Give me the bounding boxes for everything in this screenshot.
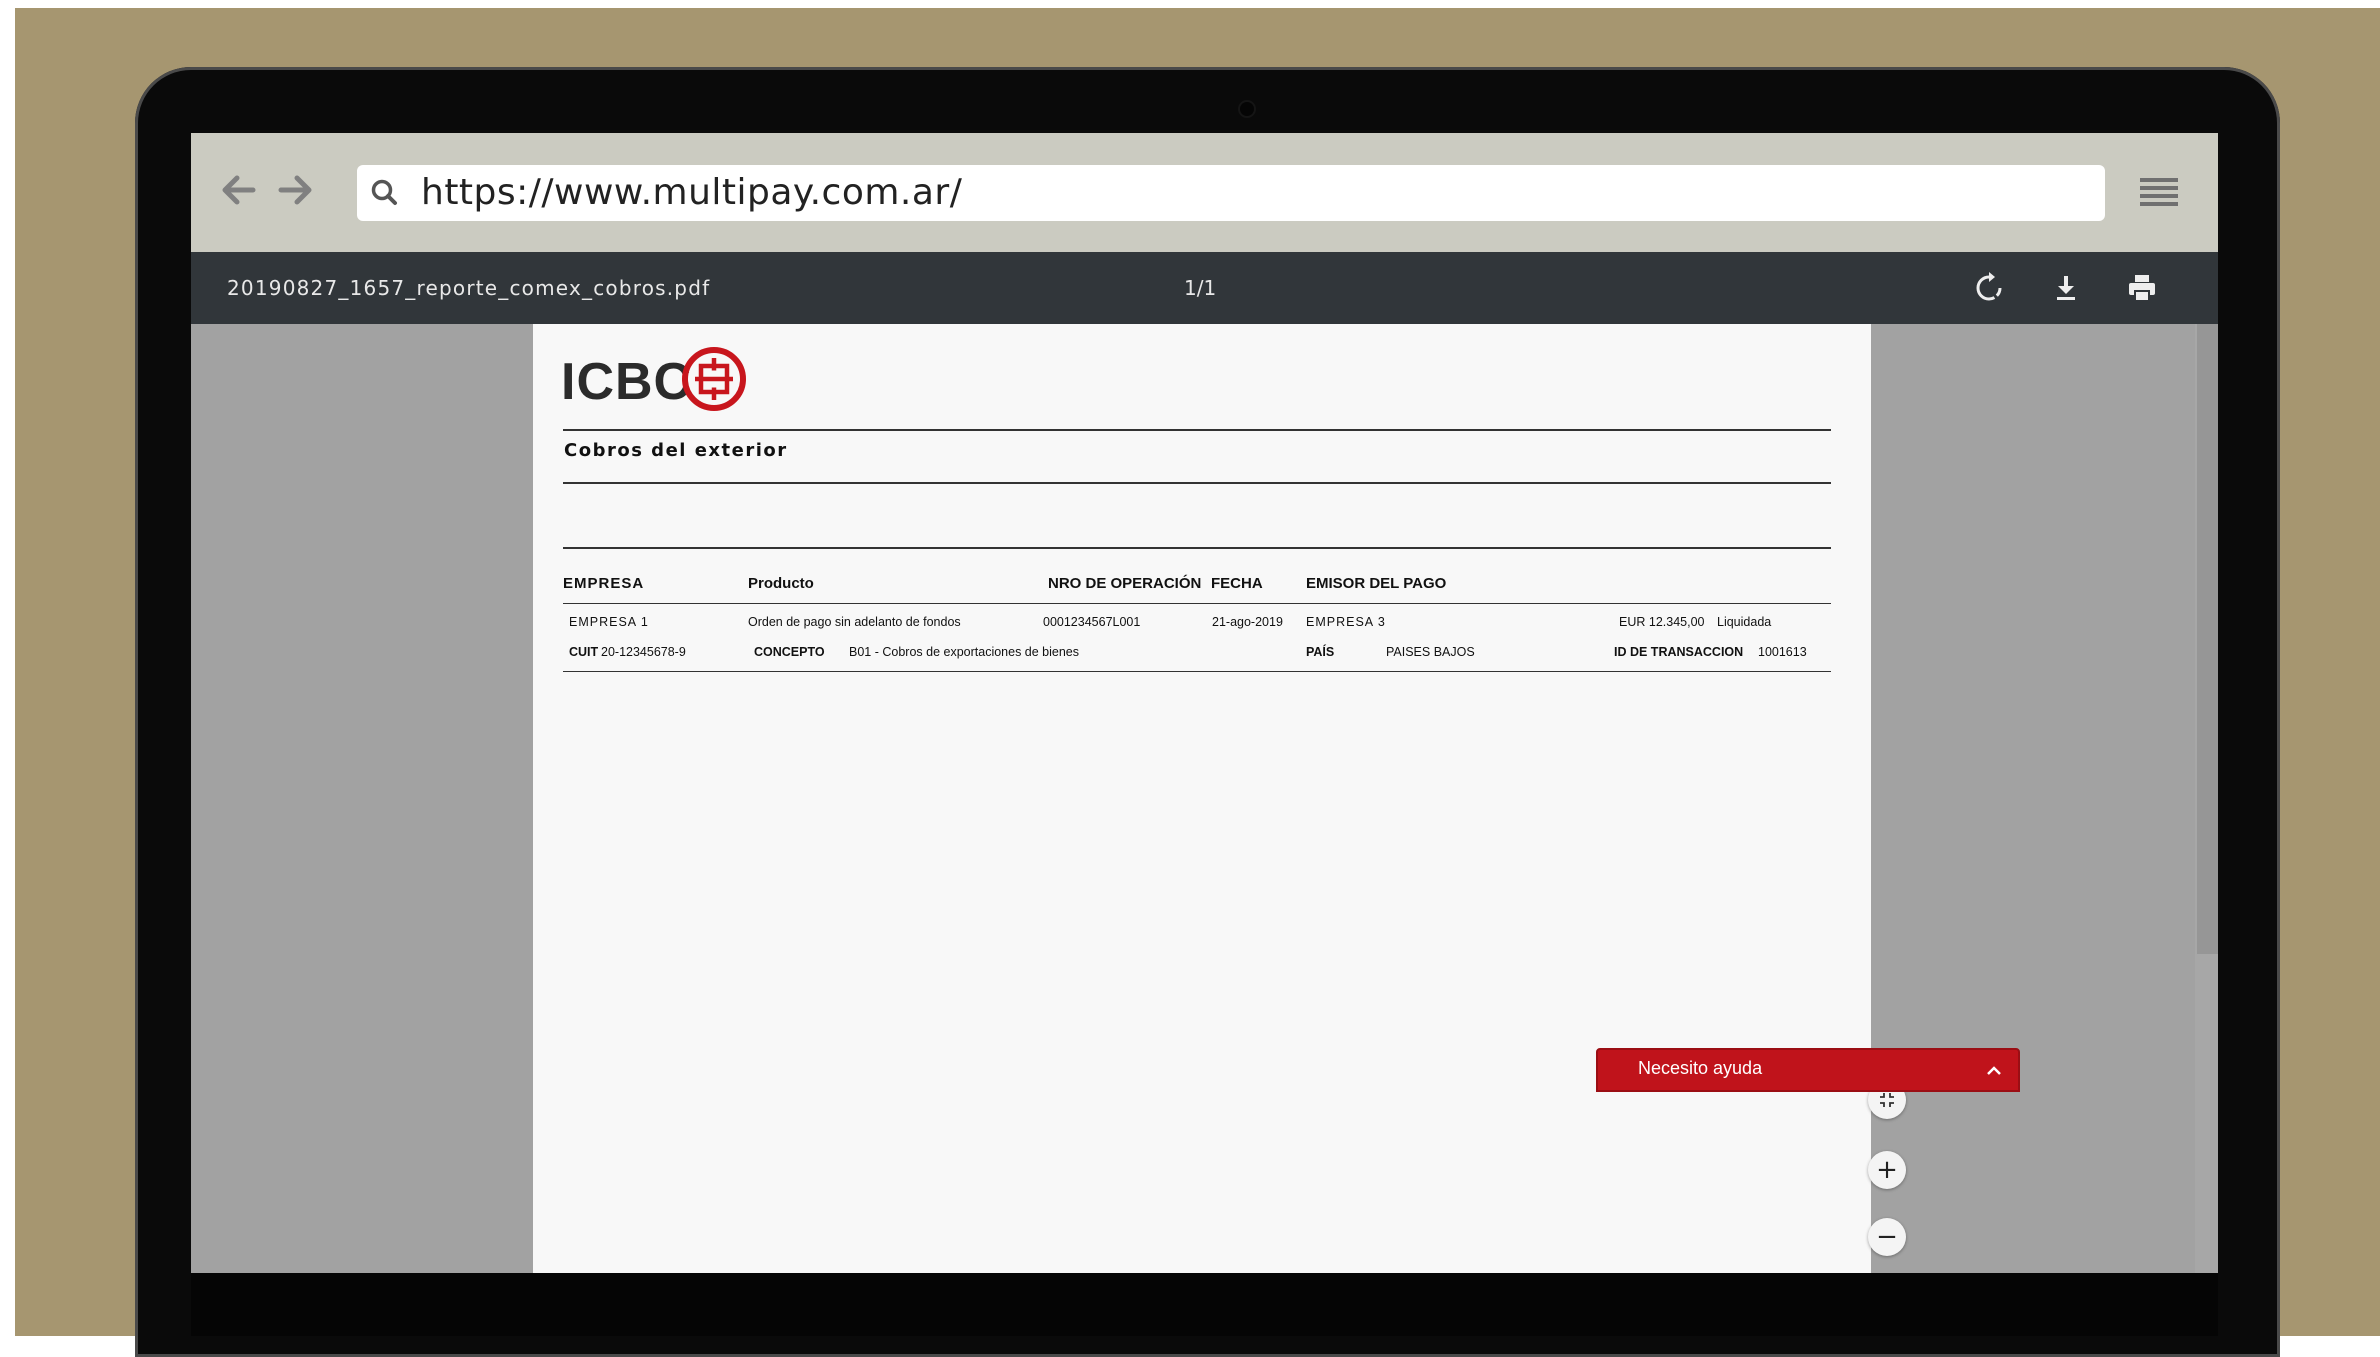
header-producto: Producto bbox=[748, 575, 814, 592]
scrollbar-thumb[interactable] bbox=[2197, 324, 2218, 954]
cell-fecha: 21-ago-2019 bbox=[1212, 615, 1283, 629]
divider bbox=[563, 482, 1831, 484]
address-bar[interactable]: https://www.multipay.com.ar/ bbox=[357, 165, 2105, 221]
browser-toolbar: https://www.multipay.com.ar/ bbox=[191, 133, 2218, 252]
page-indicator: 1/1 bbox=[1184, 276, 1217, 300]
zoom-in-button[interactable]: + bbox=[1868, 1151, 1906, 1189]
hamburger-menu-icon[interactable] bbox=[2138, 174, 2180, 210]
laptop-bezel-bottom bbox=[191, 1273, 2218, 1336]
cell-empresa: EMPRESA 1 bbox=[569, 615, 649, 629]
header-nro-operacion: NRO DE OPERACIÓN bbox=[1048, 575, 1202, 592]
pdf-page: ICBC Cobros del exterior EMPRESA Product… bbox=[533, 324, 1871, 1273]
download-icon[interactable] bbox=[2048, 270, 2084, 306]
divider bbox=[563, 671, 1831, 672]
cell-importe: EUR 12.345,00 bbox=[1619, 615, 1705, 629]
pdf-viewer: ICBC Cobros del exterior EMPRESA Product… bbox=[191, 324, 2218, 1273]
cell-emisor: EMPRESA 3 bbox=[1306, 615, 1386, 629]
print-icon[interactable] bbox=[2124, 270, 2160, 306]
zoom-out-button[interactable]: − bbox=[1868, 1218, 1906, 1256]
help-bar[interactable]: Necesito ayuda bbox=[1596, 1048, 2020, 1092]
pais-value: PAISES BAJOS bbox=[1386, 645, 1475, 659]
help-label: Necesito ayuda bbox=[1638, 1058, 1763, 1078]
pdf-toolbar: 20190827_1657_reporte_comex_cobros.pdf 1… bbox=[191, 252, 2218, 324]
header-empresa: EMPRESA bbox=[563, 575, 645, 592]
webcam bbox=[1240, 102, 1254, 116]
cuit-label: CUIT bbox=[569, 645, 599, 659]
divider bbox=[563, 547, 1831, 549]
cell-producto: Orden de pago sin adelanto de fondos bbox=[748, 615, 961, 629]
id-transaccion-label: ID DE TRANSACCION bbox=[1614, 645, 1744, 659]
id-transaccion-value: 1001613 bbox=[1758, 645, 1807, 659]
header-emisor: EMISOR DEL PAGO bbox=[1306, 575, 1447, 592]
concepto-label: CONCEPTO bbox=[754, 645, 825, 659]
laptop-screen: https://www.multipay.com.ar/ 20190827_16… bbox=[191, 133, 2218, 1273]
chevron-up-icon bbox=[1987, 1066, 2001, 1075]
cell-nro-operacion: 0001234567L001 bbox=[1043, 615, 1141, 629]
pdf-filename: 20190827_1657_reporte_comex_cobros.pdf bbox=[227, 276, 711, 300]
pais-label: PAÍS bbox=[1306, 645, 1335, 659]
cell-estado: Liquidada bbox=[1717, 615, 1772, 629]
rotate-icon[interactable] bbox=[1971, 270, 2007, 306]
url-text[interactable]: https://www.multipay.com.ar/ bbox=[421, 171, 962, 215]
search-icon bbox=[371, 179, 397, 205]
cuit-value: 20-12345678-9 bbox=[601, 645, 686, 659]
forward-arrow-icon[interactable] bbox=[273, 168, 317, 212]
divider bbox=[563, 429, 1831, 431]
logo-text: ICBC bbox=[561, 353, 693, 411]
document-title: Cobros del exterior bbox=[564, 440, 788, 461]
concepto-value: B01 - Cobros de exportaciones de bienes bbox=[849, 645, 1080, 659]
header-fecha: FECHA bbox=[1211, 575, 1263, 592]
divider bbox=[563, 603, 1831, 604]
back-arrow-icon[interactable] bbox=[217, 168, 261, 212]
icbc-emblem-icon bbox=[682, 347, 746, 411]
